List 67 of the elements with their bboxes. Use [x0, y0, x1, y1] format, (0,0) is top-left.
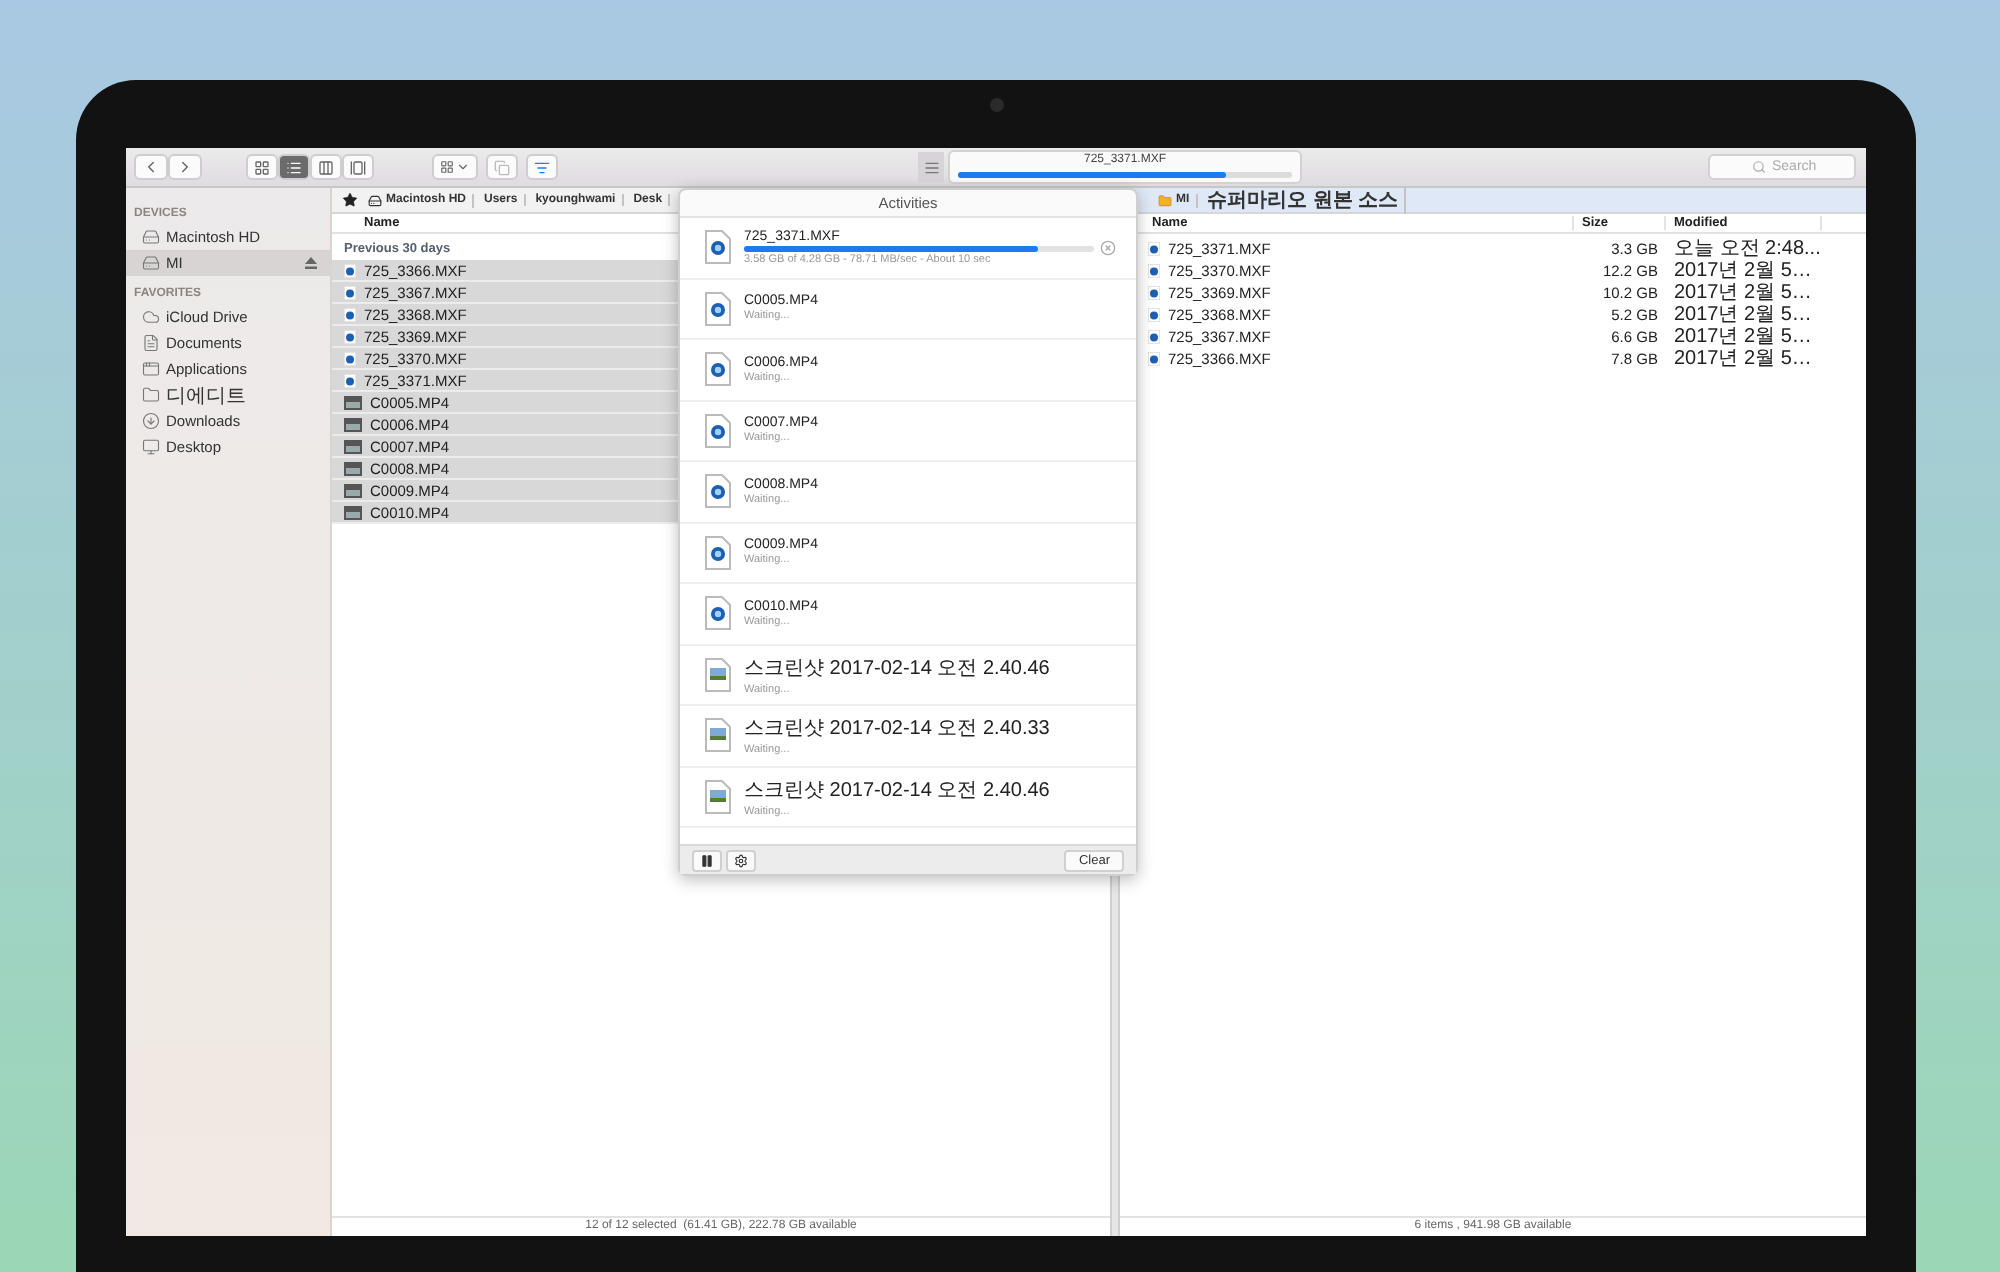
chevron-left-icon	[142, 158, 160, 176]
folder-icon	[142, 386, 160, 404]
video-file-icon	[704, 352, 732, 387]
video-file-icon	[1148, 263, 1160, 277]
gallery-icon	[350, 159, 366, 175]
settings-icon	[734, 853, 748, 867]
folder-icon	[1158, 193, 1172, 207]
image-file-icon	[704, 718, 732, 753]
file-modified-date: 2017년 2월 5…	[1672, 258, 1814, 283]
video-file-icon	[1148, 241, 1160, 255]
video-file-icon	[1148, 329, 1160, 343]
video-file-icon	[704, 230, 732, 265]
chevron-right-icon	[176, 158, 194, 176]
image-file-icon	[704, 779, 732, 814]
menu-button[interactable]	[918, 152, 944, 182]
monitor-icon	[142, 438, 160, 456]
back-button[interactable]	[134, 154, 168, 180]
video-file-icon	[704, 596, 732, 631]
forward-button[interactable]	[168, 154, 202, 180]
sidebar-item-label: 디에디트	[166, 383, 248, 409]
download-icon	[142, 412, 160, 430]
grid-icon	[254, 159, 270, 175]
menu-icon	[923, 159, 939, 175]
video-file-icon	[704, 413, 732, 448]
file-modified-date: 2017년 2월 5…	[1672, 280, 1814, 305]
list-icon	[534, 159, 550, 175]
activity-file-name: 스크린샷 2017-02-14 오전 2.40.46	[744, 777, 1052, 804]
path-item[interactable]: 슈퍼마리오 원본 소스	[1201, 186, 1407, 214]
caret-icon	[456, 160, 470, 174]
sidebar-item[interactable]: 디에디트	[126, 382, 330, 408]
video-file-icon	[704, 291, 732, 326]
file-modified-date: 2017년 2월 5…	[1672, 346, 1814, 372]
pause-icon	[700, 853, 714, 867]
grid-icon	[440, 160, 454, 174]
copy-icon	[494, 159, 510, 175]
file-modified-date: 오늘 오전 2:48...	[1672, 236, 1822, 261]
eject-icon[interactable]	[304, 256, 318, 270]
hard-drive-icon	[368, 193, 382, 207]
arrange-button[interactable]	[432, 154, 478, 180]
columns-icon	[318, 159, 334, 175]
document-icon	[142, 334, 160, 352]
video-file-icon	[1148, 307, 1160, 321]
icon-view-button[interactable]	[246, 154, 278, 180]
gallery-view-button[interactable]	[342, 154, 374, 180]
activity-file-name: 스크린샷 2017-02-14 오전 2.40.33	[744, 716, 1052, 743]
hard-drive-icon	[142, 254, 160, 272]
hard-drive-icon	[142, 228, 160, 246]
search-icon	[1752, 160, 1766, 174]
cloud-icon	[142, 308, 160, 326]
camera	[989, 98, 1003, 112]
file-modified-date: 2017년 2월 5…	[1672, 302, 1814, 327]
video-file-icon	[1148, 351, 1160, 365]
settings-button[interactable]	[726, 849, 756, 871]
image-file-icon	[704, 657, 732, 692]
star-icon[interactable]	[342, 192, 358, 208]
activity-file-name: 스크린샷 2017-02-14 오전 2.40.46	[744, 655, 1052, 682]
cancel-icon[interactable]	[1100, 239, 1116, 256]
list-view-button[interactable]	[278, 154, 310, 180]
app-window-icon	[142, 360, 160, 378]
video-file-icon	[704, 474, 732, 509]
pause-button[interactable]	[692, 849, 722, 871]
video-file-icon	[1148, 285, 1160, 299]
list-icon	[286, 159, 302, 175]
column-view-button[interactable]	[310, 154, 342, 180]
file-modified-date: 2017년 2월 5…	[1672, 324, 1814, 349]
queue-button[interactable]	[526, 154, 558, 180]
video-file-icon	[704, 535, 732, 570]
